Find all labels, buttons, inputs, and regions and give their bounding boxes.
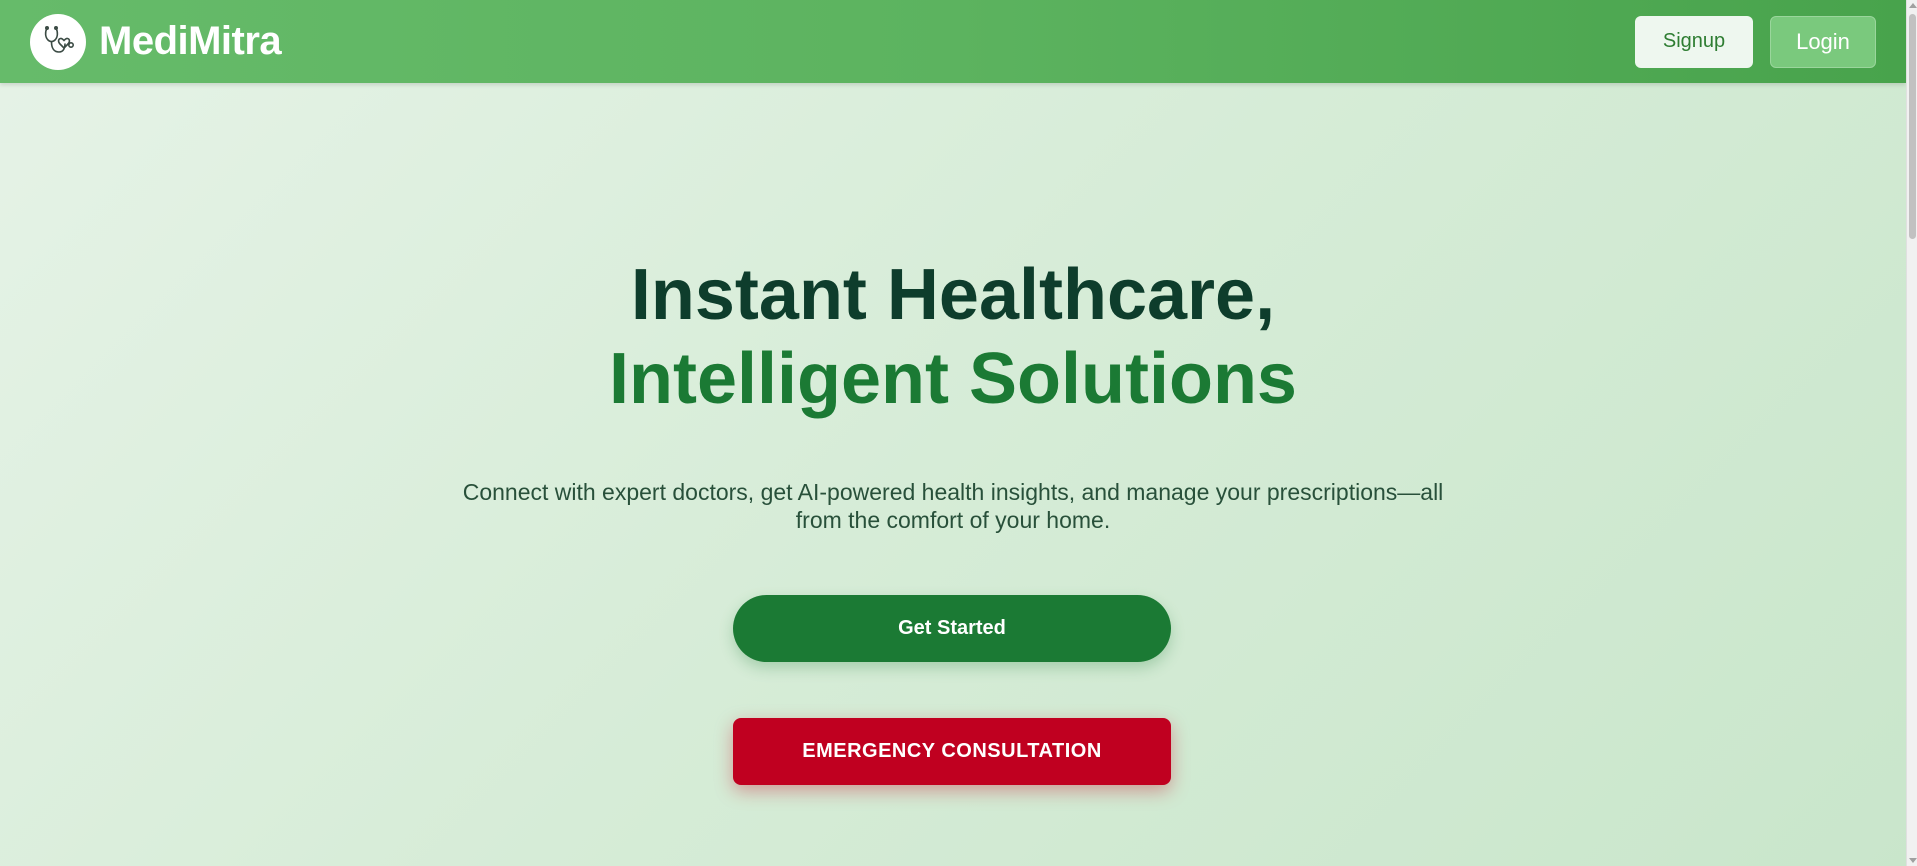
signup-button[interactable]: Signup	[1635, 15, 1753, 68]
scroll-down-arrow-icon[interactable]	[1909, 858, 1917, 863]
get-started-button[interactable]: Get Started	[733, 595, 1171, 662]
hero-headline-line1: Instant Healthcare,	[630, 255, 1276, 335]
emergency-consultation-button[interactable]: EMERGENCY CONSULTATION	[733, 718, 1171, 785]
scroll-thumb[interactable]	[1909, 14, 1916, 239]
brand[interactable]: MediMitra	[30, 13, 282, 70]
nav-actions: Signup Login	[1635, 15, 1876, 68]
login-button[interactable]: Login	[1770, 15, 1876, 68]
page-scrollbar[interactable]	[1906, 0, 1917, 866]
stethoscope-icon	[30, 13, 86, 70]
hero-description: Connect with expert doctors, get AI-powe…	[462, 479, 1444, 533]
top-navbar: MediMitra Signup Login	[0, 0, 1906, 83]
brand-name: MediMitra	[99, 19, 282, 63]
hero-headline-line2: Intelligent Solutions	[609, 339, 1297, 419]
scroll-up-arrow-icon[interactable]	[1909, 3, 1917, 8]
